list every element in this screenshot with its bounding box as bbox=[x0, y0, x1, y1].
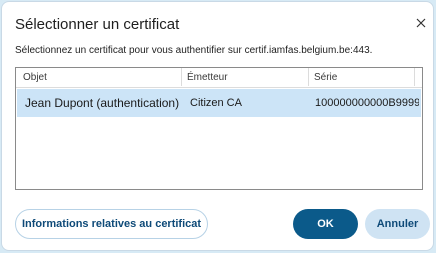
column-divider[interactable] bbox=[181, 68, 182, 86]
close-button[interactable] bbox=[412, 14, 430, 32]
cancel-button[interactable]: Annuler bbox=[365, 209, 430, 239]
column-header-subject[interactable]: Objet bbox=[23, 72, 47, 83]
cell-issuer: Citizen CA bbox=[190, 97, 242, 109]
column-header-issuer[interactable]: Émetteur bbox=[187, 72, 228, 83]
table-row-selected[interactable]: Jean Dupont (authentication) Citizen CA … bbox=[17, 89, 421, 117]
close-icon bbox=[416, 18, 426, 28]
column-divider[interactable] bbox=[414, 68, 415, 86]
certificate-dialog: Sélectionner un certificat Sélectionnez … bbox=[1, 1, 434, 251]
table-header: Objet Émetteur Série bbox=[16, 68, 422, 88]
column-divider[interactable] bbox=[308, 68, 309, 86]
cell-serial: 100000000000B9999 bbox=[315, 97, 419, 109]
certificate-info-button[interactable]: Informations relatives au certificat bbox=[15, 209, 208, 239]
cell-subject: Jean Dupont (authentication) bbox=[25, 96, 180, 110]
dialog-title: Sélectionner un certificat bbox=[15, 16, 180, 33]
dialog-prompt: Sélectionnez un certificat pour vous aut… bbox=[15, 45, 373, 56]
column-header-serial[interactable]: Série bbox=[314, 72, 337, 83]
ok-button[interactable]: OK bbox=[293, 209, 358, 239]
certificate-table: Objet Émetteur Série Jean Dupont (authen… bbox=[15, 67, 423, 190]
